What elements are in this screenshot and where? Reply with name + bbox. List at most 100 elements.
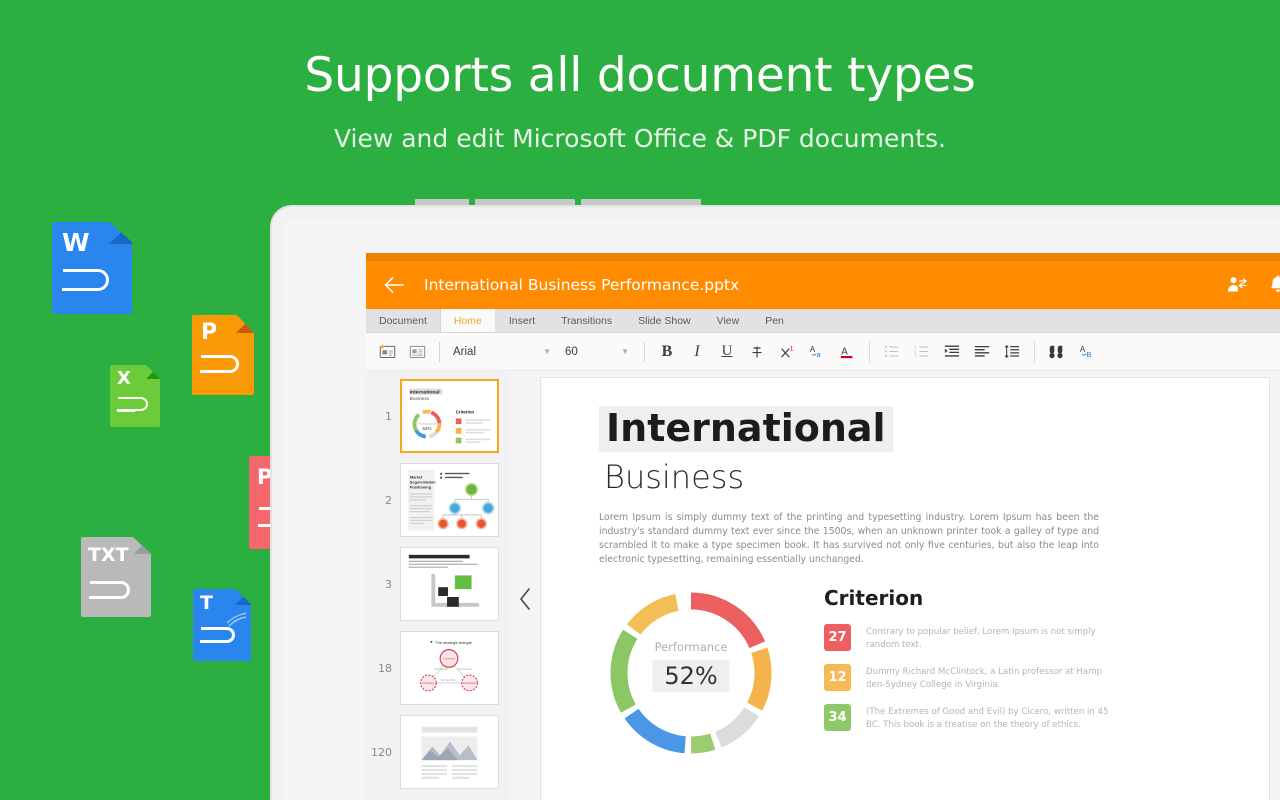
italic-label: I	[694, 342, 700, 360]
tab-home[interactable]: Home	[440, 309, 496, 332]
svg-text:1: 1	[790, 346, 794, 352]
italic-icon[interactable]: I	[682, 337, 712, 367]
formatting-toolbar: Arial ▼ 60 ▼ B I U 1 A a A 1 2 3 A B	[366, 333, 1280, 371]
superscript-icon[interactable]: 1	[772, 337, 802, 367]
bold-label: B	[661, 342, 673, 360]
criterion-text: (The Extremes of Good and Evil) by Cicer…	[866, 707, 1109, 730]
word-file-label: W	[62, 228, 90, 257]
word-file-icon: W	[52, 222, 132, 314]
txt-file-icon: TXT	[81, 537, 151, 617]
font-color-icon[interactable]: A	[832, 337, 862, 367]
svg-text:Company: Company	[423, 681, 435, 685]
chevron-down-icon: ▼	[543, 347, 551, 356]
slide-canvas[interactable]: International Business Lorem Ipsum is si…	[540, 377, 1270, 800]
font-family-select[interactable]: Arial ▼	[447, 340, 559, 364]
slide-subtitle[interactable]: Business	[604, 458, 744, 496]
criterion-badge-27: 27	[824, 624, 851, 651]
page-subtitle: View and edit Microsoft Office & PDF doc…	[333, 124, 947, 153]
donut-center-value: 52%	[652, 660, 730, 692]
bold-icon[interactable]: B	[652, 337, 682, 367]
tab-transitions[interactable]: Transitions	[548, 309, 625, 332]
slide-thumbnail-120[interactable]	[400, 715, 499, 789]
tab-insert[interactable]: Insert	[496, 309, 548, 332]
chevron-left-icon[interactable]	[510, 371, 540, 800]
text-document-file-label: T	[200, 592, 213, 614]
line-spacing-icon[interactable]	[997, 337, 1027, 367]
align-left-icon[interactable]	[967, 337, 997, 367]
svg-text:3: 3	[914, 354, 917, 359]
toolbar-separator	[869, 341, 870, 362]
svg-text:International: International	[410, 389, 440, 395]
thumbnail-row[interactable]: 18 The strategic triangle Customer Compa…	[366, 631, 510, 705]
font-size-select[interactable]: 60 ▼	[559, 340, 637, 364]
strikethrough-icon[interactable]	[742, 337, 772, 367]
slides-panel[interactable]: 1 International Business Performance 52%…	[366, 371, 510, 800]
tablet-screen: International Business Performance.pptx	[284, 219, 1280, 800]
criterion-block: Criterion 27 Contrary to popular belief,…	[824, 586, 1114, 744]
font-family-value: Arial	[453, 345, 477, 358]
svg-text:The strategic triangle: The strategic triangle	[435, 640, 471, 645]
svg-text:Business: Business	[410, 396, 430, 402]
svg-text:a: a	[816, 350, 821, 359]
app-status-strip	[366, 253, 1280, 261]
thumbnail-row[interactable]: 120	[366, 715, 510, 789]
powerpoint-file-label: P	[201, 320, 218, 345]
share-person-icon[interactable]	[1227, 275, 1247, 295]
increase-indent-icon[interactable]	[937, 337, 967, 367]
back-arrow-icon[interactable]	[380, 271, 408, 299]
header-actions	[1227, 261, 1280, 309]
swoosh-decoration-icon	[226, 612, 247, 627]
svg-text:Competitor: Competitor	[463, 681, 476, 685]
slide-editor-area[interactable]: International Business Lorem Ipsum is si…	[540, 371, 1280, 800]
tablet-device-frame: International Business Performance.pptx	[270, 205, 1280, 800]
slide-thumbnail-3[interactable]	[400, 547, 499, 621]
change-case-icon[interactable]: A B	[1072, 337, 1102, 367]
svg-text:B: B	[1086, 350, 1091, 359]
chevron-down-icon: ▼	[621, 347, 629, 356]
slide-thumbnail-2[interactable]: Market Segmentation Positioning	[400, 463, 499, 537]
criterion-badge-34: 34	[824, 704, 851, 731]
slide-thumbnail-18[interactable]: The strategic triangle Customer Company …	[400, 631, 499, 705]
clear-formatting-icon[interactable]: A a	[802, 337, 832, 367]
notification-bell-icon[interactable]	[1268, 275, 1280, 295]
font-size-value: 60	[565, 345, 578, 358]
criterion-heading: Criterion	[824, 586, 924, 610]
new-slide-icon[interactable]	[372, 337, 402, 367]
tab-pen[interactable]: Pen	[752, 309, 797, 332]
svg-text:Text Text Here: Text Text Here	[441, 679, 456, 682]
slide-title[interactable]: International	[599, 406, 893, 452]
slide-paragraph[interactable]: Lorem Ipsum is simply dummy text of the …	[599, 511, 1099, 567]
svg-text:Customer: Customer	[443, 656, 455, 660]
numbered-list-icon[interactable]: 1 2 3	[907, 337, 937, 367]
slide-thumbnail-1[interactable]: International Business Performance 52% C…	[400, 379, 499, 453]
performance-donut-chart: Performance 52%	[596, 578, 786, 768]
svg-text:Text Text Here: Text Text Here	[458, 668, 473, 671]
tab-document[interactable]: Document	[366, 309, 441, 332]
excel-file-label: X	[117, 368, 131, 389]
tab-slide-show[interactable]: Slide Show	[625, 309, 704, 332]
find-icon[interactable]	[1042, 337, 1072, 367]
thumbnail-number: 2	[385, 493, 392, 507]
criterion-row: 27 Contrary to popular belief, Lorem Ips…	[824, 624, 1114, 651]
page-title: Supports all document types	[304, 48, 976, 103]
thumbnail-row[interactable]: 2 Market Segmentation Positioning	[366, 463, 510, 537]
thumbnail-number: 120	[371, 745, 392, 759]
tab-view[interactable]: View	[704, 309, 753, 332]
thumbnail-row[interactable]: 3	[366, 547, 510, 621]
thumbnail-number: 18	[378, 661, 392, 675]
slide-layout-icon[interactable]	[402, 337, 432, 367]
criterion-row: 34 (The Extremes of Good and Evil) by Ci…	[824, 704, 1114, 731]
svg-text:Positioning: Positioning	[410, 484, 432, 489]
thumbnail-number: 1	[385, 409, 392, 423]
bullet-list-icon[interactable]	[877, 337, 907, 367]
underline-icon[interactable]: U	[712, 337, 742, 367]
toolbar-separator	[1034, 341, 1035, 362]
thumbnail-row[interactable]: 1 International Business Performance 52%…	[366, 379, 510, 453]
svg-text:A: A	[809, 345, 815, 354]
svg-text:52%: 52%	[423, 426, 432, 431]
editor-body: 1 International Business Performance 52%…	[366, 371, 1280, 800]
criterion-badge-12: 12	[824, 664, 851, 691]
donut-center-label: Performance	[654, 640, 728, 654]
powerpoint-file-icon: P	[192, 315, 254, 395]
criterion-row: 12 Dummy Richard McClintock, a Latin pro…	[824, 664, 1114, 691]
